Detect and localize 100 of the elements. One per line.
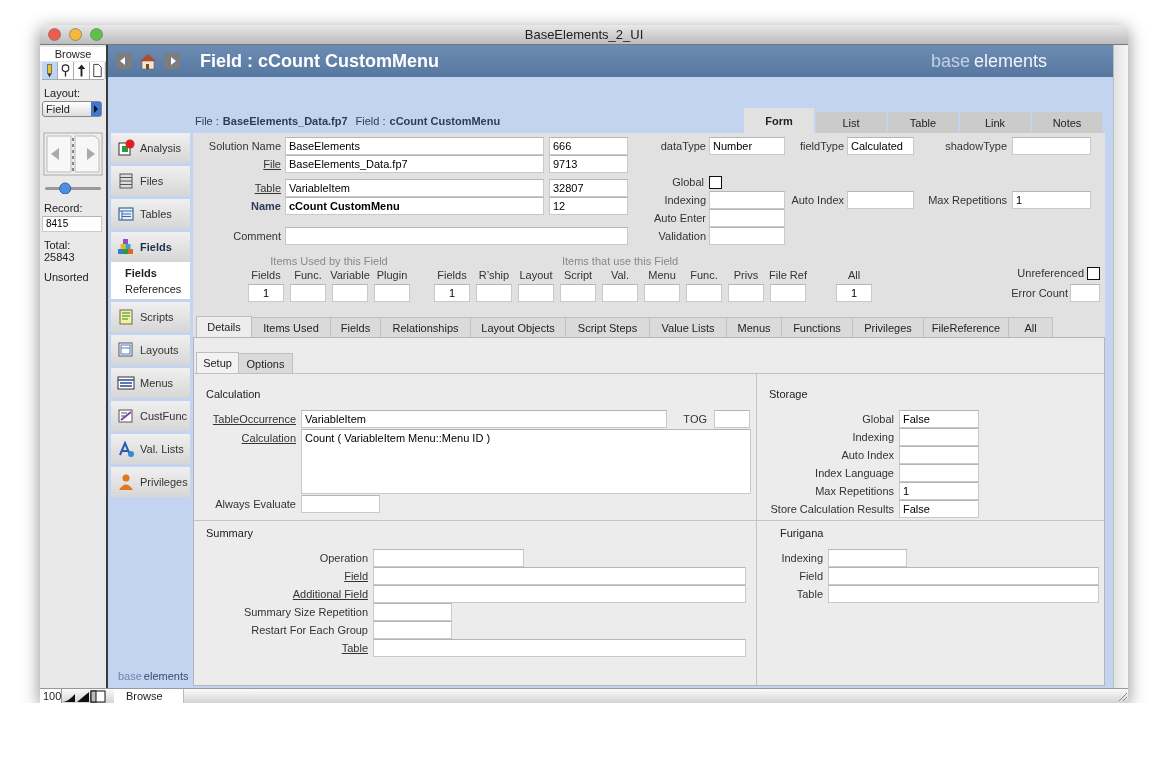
input-field[interactable]: 12 bbox=[549, 197, 628, 215]
input-field[interactable] bbox=[373, 585, 746, 603]
layout-menu[interactable]: Field bbox=[42, 101, 102, 117]
tab[interactable]: Value Lists bbox=[650, 317, 727, 337]
tab[interactable]: Layout Objects bbox=[471, 317, 566, 337]
input-field[interactable]: 9713 bbox=[549, 155, 628, 173]
input-field[interactable] bbox=[728, 284, 764, 302]
tab[interactable]: List bbox=[814, 112, 886, 133]
input-field[interactable]: 32807 bbox=[549, 179, 628, 197]
input-field[interactable] bbox=[899, 428, 979, 446]
field-link[interactable]: Additional Field bbox=[292, 585, 368, 603]
record-field[interactable]: 8415 bbox=[42, 216, 102, 232]
slider-thumb[interactable] bbox=[59, 182, 72, 194]
nav-item[interactable]: Menus bbox=[111, 368, 190, 398]
input-field[interactable]: 1 bbox=[434, 284, 470, 302]
nav-item[interactable]: Layouts bbox=[111, 335, 190, 365]
tab[interactable]: Script Steps bbox=[566, 317, 650, 337]
input-field[interactable]: BaseElements_Data.fp7 bbox=[285, 155, 544, 173]
input-field[interactable] bbox=[686, 284, 722, 302]
field-link[interactable]: Table bbox=[254, 179, 281, 197]
input-field[interactable]: VariableItem bbox=[285, 179, 544, 197]
tab[interactable]: Functions bbox=[782, 317, 853, 337]
status-toggle-icon[interactable] bbox=[90, 689, 106, 703]
input-field[interactable] bbox=[285, 227, 628, 245]
input-field[interactable] bbox=[373, 639, 746, 657]
sub-nav-item[interactable]: Fields bbox=[125, 265, 190, 281]
input-field[interactable] bbox=[602, 284, 638, 302]
tab[interactable]: Form bbox=[744, 108, 814, 133]
field-link[interactable]: Field bbox=[344, 567, 368, 585]
input-field[interactable] bbox=[1012, 137, 1091, 155]
field-link[interactable]: File bbox=[263, 155, 281, 173]
input-field[interactable] bbox=[373, 567, 746, 585]
nav-item[interactable]: Fields bbox=[111, 232, 190, 262]
input-field[interactable]: 666 bbox=[549, 137, 628, 155]
input-field[interactable] bbox=[301, 495, 380, 513]
input-field[interactable] bbox=[1070, 284, 1100, 302]
tab[interactable]: Table bbox=[886, 112, 958, 133]
input-field[interactable] bbox=[709, 209, 785, 227]
input-field[interactable] bbox=[709, 227, 785, 245]
nav-item[interactable]: Privileges bbox=[111, 467, 190, 497]
input-field[interactable] bbox=[714, 410, 750, 428]
nav-item[interactable]: Scripts bbox=[111, 302, 190, 332]
nav-item[interactable]: Tables bbox=[111, 199, 190, 229]
tab[interactable]: Items Used bbox=[252, 317, 331, 337]
home-icon[interactable] bbox=[138, 52, 158, 70]
tab[interactable]: Notes bbox=[1030, 112, 1102, 133]
input-field[interactable]: BaseElements bbox=[285, 137, 544, 155]
nav-item[interactable]: CustFunc bbox=[111, 401, 190, 431]
input-field[interactable]: 1 bbox=[248, 284, 284, 302]
zoom-button[interactable] bbox=[90, 28, 103, 41]
tab[interactable]: Setup bbox=[196, 352, 239, 373]
tab[interactable]: Details bbox=[196, 316, 252, 337]
text-area[interactable]: Count ( VariableItem Menu::Menu ID ) bbox=[301, 429, 751, 494]
input-field[interactable] bbox=[373, 603, 452, 621]
input-field[interactable] bbox=[373, 621, 452, 639]
input-field[interactable] bbox=[476, 284, 512, 302]
input-field[interactable] bbox=[332, 284, 368, 302]
input-field[interactable] bbox=[374, 284, 410, 302]
input-field[interactable]: 1 bbox=[836, 284, 872, 302]
field-link[interactable]: Calculation bbox=[241, 429, 296, 447]
tab[interactable]: Privileges bbox=[853, 317, 924, 337]
input-field[interactable] bbox=[518, 284, 554, 302]
close-button[interactable] bbox=[48, 28, 61, 41]
input-field[interactable] bbox=[560, 284, 596, 302]
input-field[interactable] bbox=[847, 191, 914, 209]
input-field[interactable]: Number bbox=[709, 137, 785, 155]
tab[interactable]: Menus bbox=[727, 317, 782, 337]
field-link[interactable]: TableOccurrence bbox=[212, 410, 296, 428]
input-field[interactable]: cCount CustomMenu bbox=[285, 197, 544, 215]
input-field[interactable] bbox=[770, 284, 806, 302]
tab[interactable]: Relationships bbox=[381, 317, 471, 337]
input-field[interactable] bbox=[899, 446, 979, 464]
tab[interactable]: Fields bbox=[331, 317, 381, 337]
minimize-button[interactable] bbox=[69, 28, 82, 41]
nav-item[interactable]: Files bbox=[111, 166, 190, 196]
zoom-level[interactable]: 100 bbox=[40, 689, 62, 703]
page-icon[interactable] bbox=[90, 62, 106, 79]
input-field[interactable] bbox=[644, 284, 680, 302]
input-field[interactable]: 1 bbox=[899, 482, 979, 500]
nav-item[interactable]: Analysis bbox=[111, 133, 190, 163]
checkbox[interactable] bbox=[1087, 266, 1100, 280]
input-field[interactable]: VariableItem bbox=[301, 410, 667, 428]
input-field[interactable] bbox=[828, 549, 907, 567]
field-link[interactable]: Table bbox=[341, 639, 368, 657]
checkbox[interactable] bbox=[709, 175, 722, 189]
input-field[interactable] bbox=[709, 191, 785, 209]
tab[interactable]: All bbox=[1009, 317, 1053, 337]
input-field[interactable] bbox=[828, 585, 1099, 603]
record-slider[interactable] bbox=[44, 182, 102, 194]
input-field[interactable] bbox=[828, 567, 1099, 585]
input-field[interactable] bbox=[290, 284, 326, 302]
input-field[interactable]: False bbox=[899, 410, 979, 428]
tab[interactable]: Options bbox=[239, 353, 293, 373]
book-icon[interactable] bbox=[43, 132, 103, 176]
input-field[interactable]: 1 bbox=[1012, 191, 1091, 209]
tab[interactable]: FileReference bbox=[924, 317, 1009, 337]
sub-nav-item[interactable]: References bbox=[125, 281, 190, 297]
tab[interactable]: Link bbox=[958, 112, 1030, 133]
nav-item[interactable]: Val. Lists bbox=[111, 434, 190, 464]
input-field[interactable] bbox=[373, 549, 524, 567]
